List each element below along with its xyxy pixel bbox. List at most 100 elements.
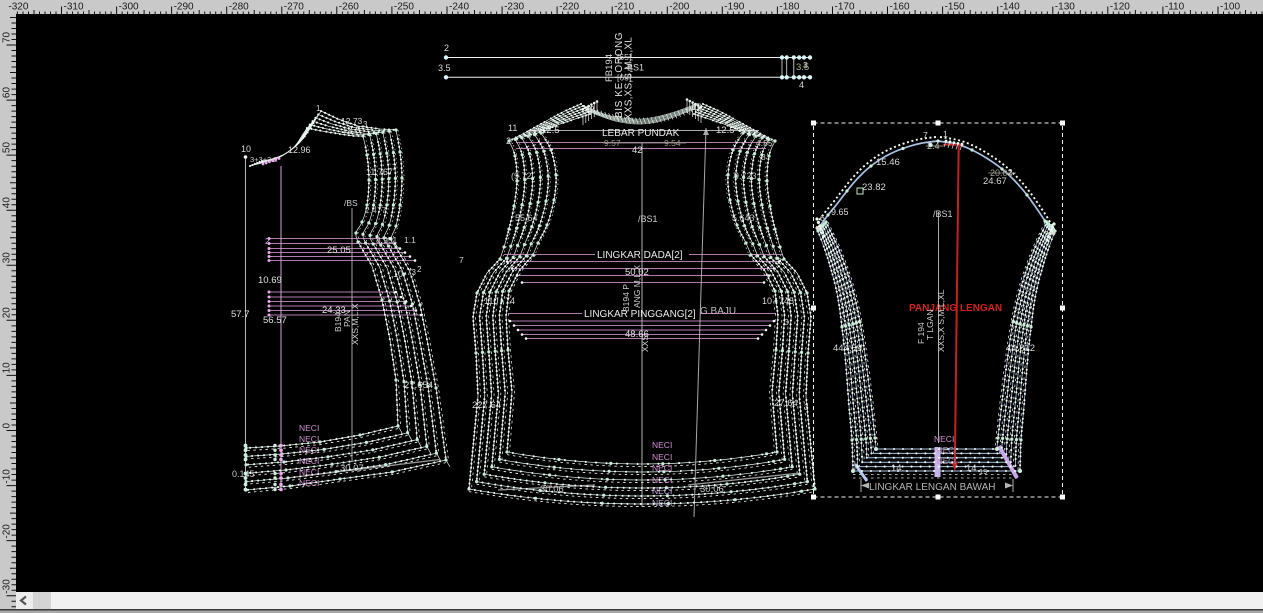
svg-text:14: 14 <box>966 463 977 474</box>
svg-text:30: 30 <box>2 252 13 264</box>
svg-text:BS1: BS1 <box>627 63 644 73</box>
svg-text:LINGKAR LENGAN BAWAH: LINGKAR LENGAN BAWAH <box>869 482 996 493</box>
svg-text:-160: -160 <box>890 2 910 13</box>
svg-text:0: 0 <box>2 423 13 429</box>
svg-text:27.64: 27.64 <box>774 398 798 409</box>
svg-text:-190: -190 <box>724 2 744 13</box>
svg-text:74: 74 <box>505 296 515 306</box>
svg-text:20: 20 <box>2 307 13 319</box>
svg-text:XXS,M,L,X: XXS,M,L,X <box>350 303 360 345</box>
svg-text:-20: -20 <box>2 524 13 539</box>
svg-text:10: 10 <box>241 144 251 154</box>
svg-text:-170: -170 <box>835 2 855 13</box>
svg-text:NECI: NECI <box>937 457 956 466</box>
svg-text:-320: -320 <box>8 2 28 13</box>
svg-text:10: 10 <box>762 296 772 306</box>
svg-text:NECI: NECI <box>299 423 319 433</box>
svg-text:NECI: NECI <box>299 434 319 444</box>
svg-text:10: 10 <box>393 269 403 279</box>
svg-text:-290: -290 <box>174 2 194 13</box>
svg-text:745: 745 <box>779 296 794 306</box>
svg-text:60: 60 <box>2 87 13 99</box>
svg-text:3: 3 <box>784 317 789 327</box>
svg-text:NECI: NECI <box>652 440 672 450</box>
svg-text:-270: -270 <box>284 2 304 13</box>
svg-text:4.55: 4.55 <box>756 138 773 148</box>
svg-text:2: 2 <box>444 43 449 53</box>
svg-text:25.05: 25.05 <box>327 245 351 256</box>
svg-text:LINGKAR DADA[2]: LINGKAR DADA[2] <box>597 250 683 261</box>
svg-text:9.54: 9.54 <box>664 138 681 148</box>
svg-text:-140: -140 <box>1000 2 1020 13</box>
svg-text:/BS1: /BS1 <box>638 214 658 224</box>
svg-text:-110: -110 <box>1165 2 1185 13</box>
svg-text:ANG M,L,X: ANG M,L,X <box>632 265 642 308</box>
svg-text:PANJANG LENGAN: PANJANG LENGAN <box>909 303 1002 314</box>
svg-text:70: 70 <box>2 31 13 43</box>
svg-text:19: 19 <box>979 467 987 476</box>
svg-text:7: 7 <box>923 130 928 140</box>
svg-text:56.57: 56.57 <box>263 315 287 326</box>
svg-text:LINGKAR PINGGANG[2]: LINGKAR PINGGANG[2] <box>584 309 696 320</box>
svg-text:3: 3 <box>803 60 808 70</box>
svg-text:14.: 14. <box>891 463 904 474</box>
svg-text:-250: -250 <box>394 2 414 13</box>
svg-text:11: 11 <box>508 123 517 133</box>
svg-text:23.82: 23.82 <box>862 182 886 193</box>
svg-text:10: 10 <box>2 362 13 374</box>
svg-text:2: 2 <box>417 265 422 274</box>
svg-text:24.67: 24.67 <box>983 176 1007 187</box>
svg-text:-300: -300 <box>119 2 139 13</box>
svg-text:4: 4 <box>799 80 804 90</box>
svg-text:G BAJU: G BAJU <box>700 306 736 317</box>
svg-text:-200: -200 <box>669 2 689 13</box>
svg-text:15.46: 15.46 <box>876 157 900 168</box>
svg-text:NECI: NECI <box>652 452 672 462</box>
svg-text:-220: -220 <box>559 2 579 13</box>
svg-text:-10: -10 <box>2 469 13 484</box>
svg-text:6: 6 <box>820 213 825 223</box>
svg-text:3+3+3.2: 3+3+3.2 <box>250 155 278 164</box>
svg-text:XXS,X S,M,L,XL: XXS,X S,M,L,XL <box>936 289 946 352</box>
svg-text:[65]: [65] <box>617 73 631 83</box>
svg-text:T LGAN: T LGAN <box>925 309 935 340</box>
svg-text:30.07: 30.07 <box>340 463 364 474</box>
svg-text:1.1: 1.1 <box>404 235 416 245</box>
svg-text:3.5: 3.5 <box>438 63 451 73</box>
svg-text:110: 110 <box>484 296 498 306</box>
svg-text:7: 7 <box>459 255 464 265</box>
svg-text:-240: -240 <box>449 2 469 13</box>
svg-text:9.65: 9.65 <box>831 207 849 217</box>
svg-text:40: 40 <box>2 197 13 209</box>
svg-text:-310: -310 <box>64 2 84 13</box>
svg-text:-30: -30 <box>2 579 13 594</box>
svg-text:-260: -260 <box>339 2 359 13</box>
svg-text:-150: -150 <box>945 2 965 13</box>
svg-text:0.145: 0.145 <box>232 469 255 479</box>
svg-text:NECI: NECI <box>652 475 672 485</box>
svg-text:B194 P: B194 P <box>621 284 631 312</box>
svg-text:NECI: NECI <box>652 486 672 496</box>
svg-text:-230: -230 <box>504 2 524 13</box>
svg-text:2: 2 <box>1008 168 1013 177</box>
svg-text:-180: -180 <box>779 2 799 13</box>
svg-text:12.96: 12.96 <box>288 145 311 155</box>
svg-text:-210: -210 <box>614 2 634 13</box>
svg-text:-120: -120 <box>1110 2 1130 13</box>
svg-text:2.477: 2.477 <box>365 205 387 215</box>
svg-text:/BS: /BS <box>344 198 358 208</box>
svg-text:-130: -130 <box>1055 2 1075 13</box>
svg-text:/BS1: /BS1 <box>933 209 953 219</box>
svg-text:-100: -100 <box>1220 2 1240 13</box>
svg-text:-280: -280 <box>229 2 249 13</box>
svg-text:50: 50 <box>2 142 13 154</box>
svg-text:NECI: NECI <box>934 434 954 444</box>
svg-text:30.06: 30.06 <box>540 484 564 495</box>
svg-text:57.7: 57.7 <box>231 309 250 320</box>
svg-text:NECI: NECI <box>299 445 319 455</box>
svg-text:42: 42 <box>632 145 643 156</box>
svg-text:[65]: [65] <box>617 52 631 62</box>
svg-text:1: 1 <box>943 129 948 139</box>
svg-text:(9.72: (9.72 <box>511 171 532 181</box>
svg-text:XXS: XXS <box>640 335 650 352</box>
